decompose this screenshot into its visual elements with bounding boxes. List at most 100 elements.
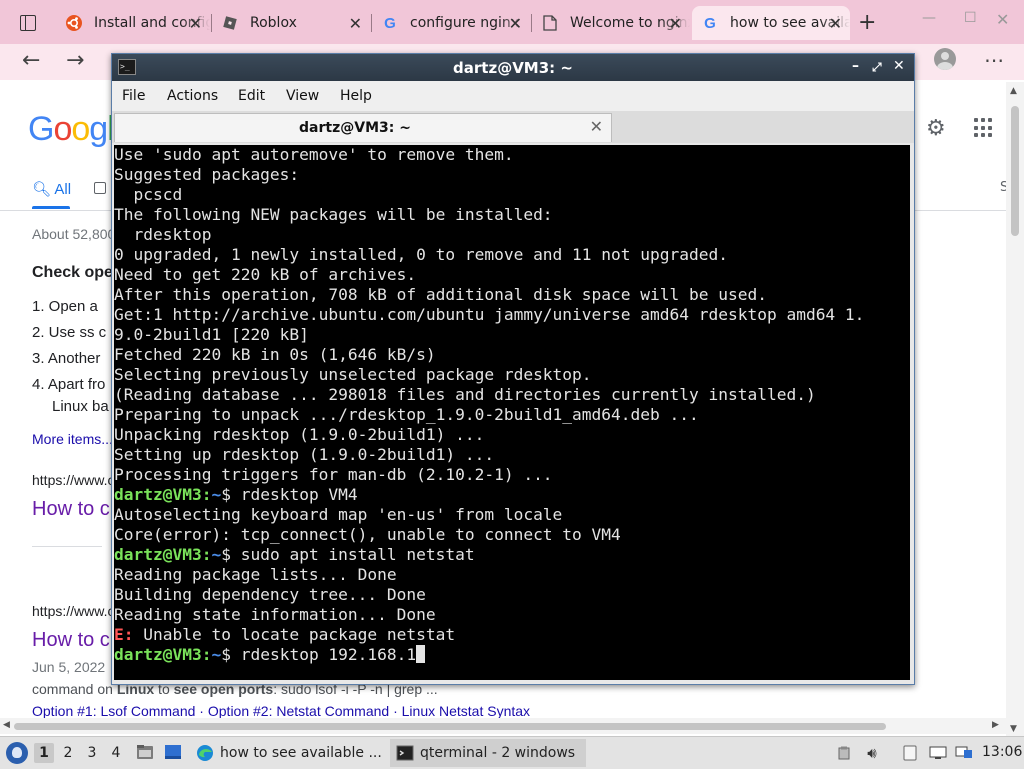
back-arrow-icon[interactable]: ← xyxy=(22,48,40,73)
maximize-icon[interactable]: ☐ xyxy=(964,10,977,26)
minimize-icon[interactable]: – xyxy=(852,58,859,74)
menu-help[interactable]: Help xyxy=(340,88,372,104)
terminal-line: Autoselecting keyboard map 'en-us' from … xyxy=(114,505,562,525)
close-icon[interactable]: ✕ xyxy=(509,14,522,33)
maximize-icon[interactable]: ⤢ xyxy=(872,60,882,75)
apps-grid-icon[interactable] xyxy=(974,118,994,138)
terminal-line: After this operation, 708 kB of addition… xyxy=(114,285,767,305)
result-url[interactable]: https://www.c xyxy=(32,472,114,488)
file-manager-icon[interactable] xyxy=(136,744,154,760)
scroll-thumb[interactable] xyxy=(1011,106,1019,236)
divider xyxy=(32,546,102,547)
menu-edit[interactable]: Edit xyxy=(238,88,265,104)
more-items-link[interactable]: More items... xyxy=(32,431,113,447)
forward-arrow-icon[interactable]: → xyxy=(66,48,84,73)
browser-tab-active[interactable]: G how to see available ✕ xyxy=(692,6,850,40)
output-text: Reading package lists... Done xyxy=(114,565,397,584)
terminal-menubar: File Actions Edit View Help xyxy=(112,81,914,111)
prompt-user: dartz@VM3: xyxy=(114,485,212,504)
result-title-link[interactable]: How to c xyxy=(32,629,110,652)
terminal-line: The following NEW packages will be insta… xyxy=(114,205,553,225)
workspace-2[interactable]: 2 xyxy=(58,743,78,763)
browser-tab[interactable]: Welcome to nginx ✕ xyxy=(532,6,690,40)
result-url[interactable]: https://www.c xyxy=(32,603,114,619)
menu-actions[interactable]: Actions xyxy=(167,88,218,104)
menu-file[interactable]: File xyxy=(122,88,145,104)
clock[interactable]: 13:06 xyxy=(982,744,1022,760)
network-icon[interactable] xyxy=(954,743,974,763)
output-text: The following NEW packages will be insta… xyxy=(114,205,553,224)
close-tab-icon[interactable]: ✕ xyxy=(590,117,603,136)
output-text: After this operation, 708 kB of addition… xyxy=(114,285,767,304)
active-tab-indicator xyxy=(32,206,70,209)
videos-icon[interactable] xyxy=(94,182,106,194)
start-menu-icon[interactable] xyxy=(6,742,28,764)
scroll-thumb[interactable] xyxy=(14,723,886,730)
scroll-down-icon[interactable]: ▼ xyxy=(1010,724,1017,734)
tab-all[interactable]: 🔍︎ All xyxy=(32,180,71,198)
output-text: 9.0-2build1 [220 kB] xyxy=(114,325,309,344)
clipboard-icon[interactable] xyxy=(834,743,854,763)
output-text: Get:1 http://archive.ubuntu.com/ubuntu j… xyxy=(114,305,865,324)
terminal-line: Use 'sudo apt autoremove' to remove them… xyxy=(114,145,514,165)
terminal-line: Core(error): tcp_connect(), unable to co… xyxy=(114,525,621,545)
terminal-line: Processing triggers for man-db (2.10.2-1… xyxy=(114,465,553,485)
terminal-tab[interactable]: dartz@VM3: ~ ✕ xyxy=(114,113,612,142)
show-desktop-icon[interactable] xyxy=(164,744,182,760)
terminal-line: Building dependency tree... Done xyxy=(114,585,426,605)
horizontal-scrollbar[interactable]: ◀ ▶ xyxy=(0,718,1006,734)
minimize-icon[interactable]: — xyxy=(922,10,936,26)
scroll-left-icon[interactable]: ◀ xyxy=(3,720,10,730)
google-icon: G xyxy=(384,14,396,32)
workspace-1[interactable]: 1 xyxy=(34,743,54,763)
google-icon: G xyxy=(704,14,716,32)
browser-tab[interactable]: Roblox ✕ xyxy=(212,6,370,40)
terminal-line: pcscd xyxy=(114,185,182,205)
workspace-4[interactable]: 4 xyxy=(106,743,126,763)
menu-view[interactable]: View xyxy=(286,88,319,104)
scroll-right-icon[interactable]: ▶ xyxy=(992,720,999,730)
taskbar-window-terminal[interactable]: qterminal - 2 windows xyxy=(390,739,586,767)
scroll-up-icon[interactable]: ▲ xyxy=(1010,86,1017,96)
prompt-sign: $ xyxy=(221,645,241,664)
vertical-scrollbar[interactable]: ▲ ▼ xyxy=(1006,82,1024,736)
more-options-icon[interactable]: ⋯ xyxy=(984,48,1004,72)
new-tab-button[interactable]: + xyxy=(858,10,876,35)
sidebar-icon xyxy=(20,15,36,31)
output-text: Preparing to unpack .../rdesktop_1.9.0-2… xyxy=(114,405,699,424)
display-icon[interactable] xyxy=(928,743,948,763)
profile-avatar-icon[interactable] xyxy=(934,48,956,70)
sitelink[interactable]: Linux Netstat Syntax xyxy=(402,703,530,718)
prompt-sign: $ xyxy=(221,545,241,564)
output-text: Building dependency tree... Done xyxy=(114,585,426,604)
browser-tab[interactable]: Install and configure ✕ xyxy=(56,6,210,40)
text-cursor xyxy=(416,645,426,663)
close-icon[interactable]: ✕ xyxy=(893,58,905,74)
terminal-output[interactable]: Use 'sudo apt autoremove' to remove them… xyxy=(114,145,910,680)
notes-icon[interactable] xyxy=(900,743,920,763)
list-item: 4. Apart fro xyxy=(32,376,106,393)
terminal-icon xyxy=(396,745,414,761)
taskbar-window-browser[interactable]: how to see available ... xyxy=(190,739,388,767)
workspace-3[interactable]: 3 xyxy=(82,743,102,763)
output-text: 0 upgraded, 1 newly installed, 0 to remo… xyxy=(114,245,728,264)
result-title-link[interactable]: How to c xyxy=(32,498,110,521)
result-date: Jun 5, 2022 xyxy=(32,659,106,675)
close-icon[interactable]: ✕ xyxy=(349,14,362,33)
volume-icon[interactable]: 🔊︎ xyxy=(862,743,882,763)
close-window-icon[interactable]: ✕ xyxy=(996,10,1009,29)
close-icon[interactable]: ✕ xyxy=(829,14,842,33)
prompt-path: ~ xyxy=(211,645,222,664)
close-icon[interactable]: ✕ xyxy=(669,14,682,33)
terminal-line: Reading state information... Done xyxy=(114,605,436,625)
sitelink[interactable]: Option #1: Lsof Command xyxy=(32,703,195,718)
page-icon xyxy=(542,15,558,31)
terminal-titlebar[interactable]: >_ dartz@VM3: ~ – ⤢ ✕ xyxy=(112,54,914,81)
close-icon[interactable]: ✕ xyxy=(189,14,202,33)
terminal-window: >_ dartz@VM3: ~ – ⤢ ✕ File Actions Edit … xyxy=(111,53,915,685)
terminal-line: Fetched 220 kB in 0s (1,646 kB/s) xyxy=(114,345,436,365)
browser-tab[interactable]: G configure nginx ✕ xyxy=(372,6,530,40)
sidebar-toggle-button[interactable] xyxy=(8,8,48,38)
settings-gear-icon[interactable]: ⚙ xyxy=(926,116,946,141)
sitelink[interactable]: Option #2: Netstat Command xyxy=(208,703,389,718)
